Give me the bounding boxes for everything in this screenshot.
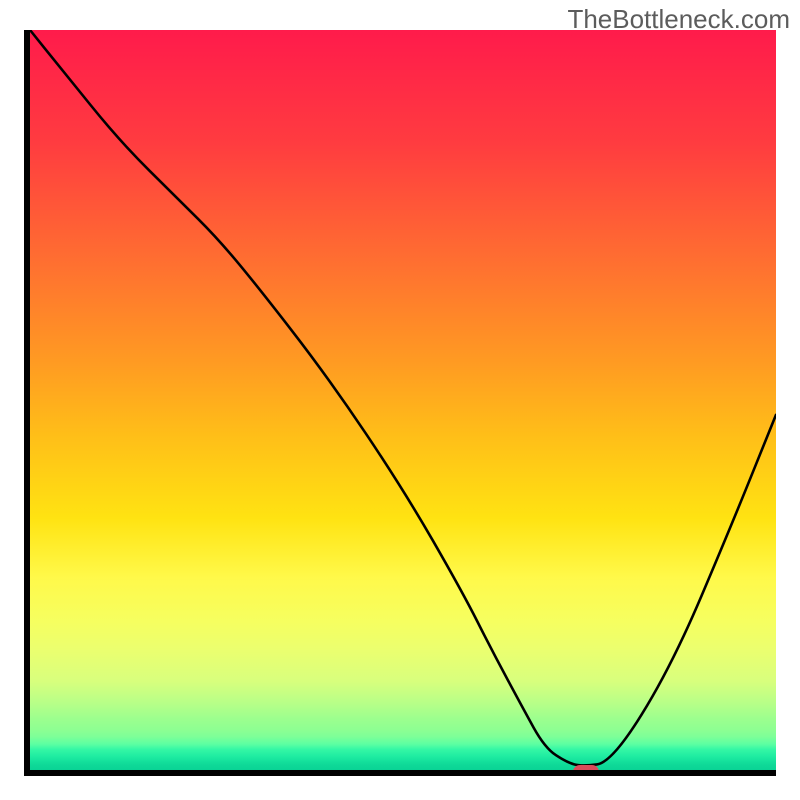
chart-container: TheBottleneck.com [0,0,800,800]
plot-area [24,30,776,776]
optimal-point-marker [573,765,599,776]
watermark-text: TheBottleneck.com [567,4,790,35]
bottleneck-curve [30,30,776,770]
